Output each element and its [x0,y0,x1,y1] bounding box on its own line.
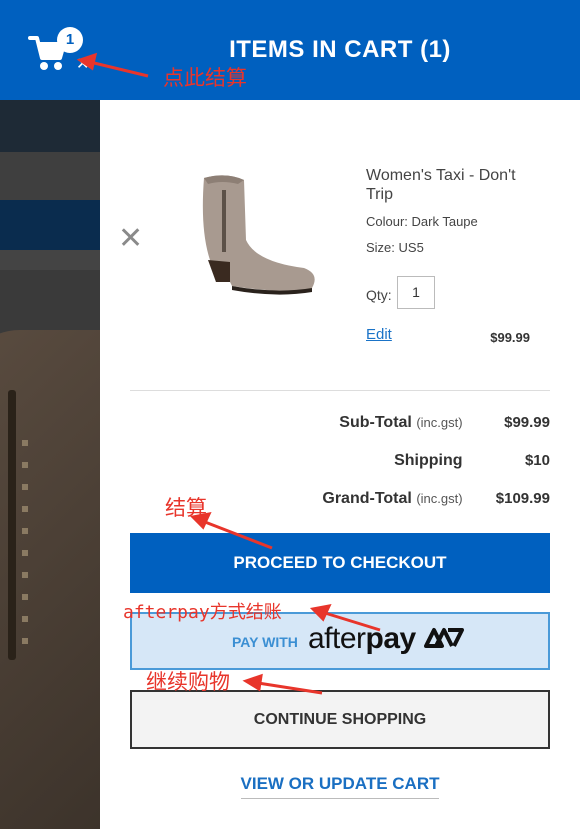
afterpay-logo-light: after [308,622,366,655]
shipping-value: $10 [524,452,550,469]
quantity-label: Qty: [366,287,392,303]
afterpay-prefix: PAY WITH [232,634,298,650]
cart-title: ITEMS IN CART (1) [229,36,451,63]
cart-header: 1 ✕ ITEMS IN CART (1) [0,0,580,100]
grandtotal-row: Grand-Total (inc.gst) $109.99 [322,490,550,508]
background-boot-studs [22,440,28,660]
grandtotal-label: Grand-Total [322,490,412,507]
shipping-label: Shipping [394,452,463,469]
subtotal-value: $99.99 [504,414,550,431]
divider [130,390,550,391]
background-page-overlay [0,0,100,829]
annotation-checkout-here: 点此结算 [163,66,247,90]
afterpay-logo: afterpay [308,622,464,656]
afterpay-logo-bold: pay [365,622,417,655]
cart-count-badge: 1 [57,27,83,53]
edit-item-link[interactable]: Edit [366,326,392,343]
view-cart-row: VIEW OR UPDATE CART [100,774,580,799]
grandtotal-note: (inc.gst) [416,491,463,506]
subtotal-note: (inc.gst) [416,415,463,430]
background-promo-band [0,200,100,250]
subtotal-row: Sub-Total (inc.gst) $99.99 [339,414,550,432]
item-price: $99.99 [490,330,530,345]
product-size: Size: US5 [366,240,424,255]
afterpay-arrows-icon [423,628,464,648]
cart-panel: ✕ Women's Taxi - Don't Trip Colour: Dark… [100,100,580,829]
grandtotal-value: $109.99 [495,490,550,507]
background-nav-band [0,100,100,152]
continue-shopping-button[interactable]: CONTINUE SHOPPING [130,690,550,749]
annotation-afterpay: afterpay方式结账 [123,602,282,623]
remove-item-icon[interactable]: ✕ [118,224,143,254]
background-divider-band [0,250,100,270]
product-name[interactable]: Women's Taxi - Don't Trip [366,166,546,204]
shipping-row: Shipping $10 [394,452,550,470]
close-cart-icon[interactable]: ✕ [76,54,89,74]
product-image[interactable] [186,170,321,300]
product-colour: Colour: Dark Taupe [366,214,478,229]
view-or-update-cart-link[interactable]: VIEW OR UPDATE CART [240,774,440,799]
subtotal-label: Sub-Total [339,414,412,431]
annotation-checkout: 结算 [165,496,207,520]
quantity-input[interactable]: 1 [397,276,435,309]
background-boot-zip [8,390,16,660]
background-search-band [0,152,100,200]
proceed-to-checkout-button[interactable]: PROCEED TO CHECKOUT [130,533,550,593]
annotation-continue-shopping: 继续购物 [146,670,230,694]
